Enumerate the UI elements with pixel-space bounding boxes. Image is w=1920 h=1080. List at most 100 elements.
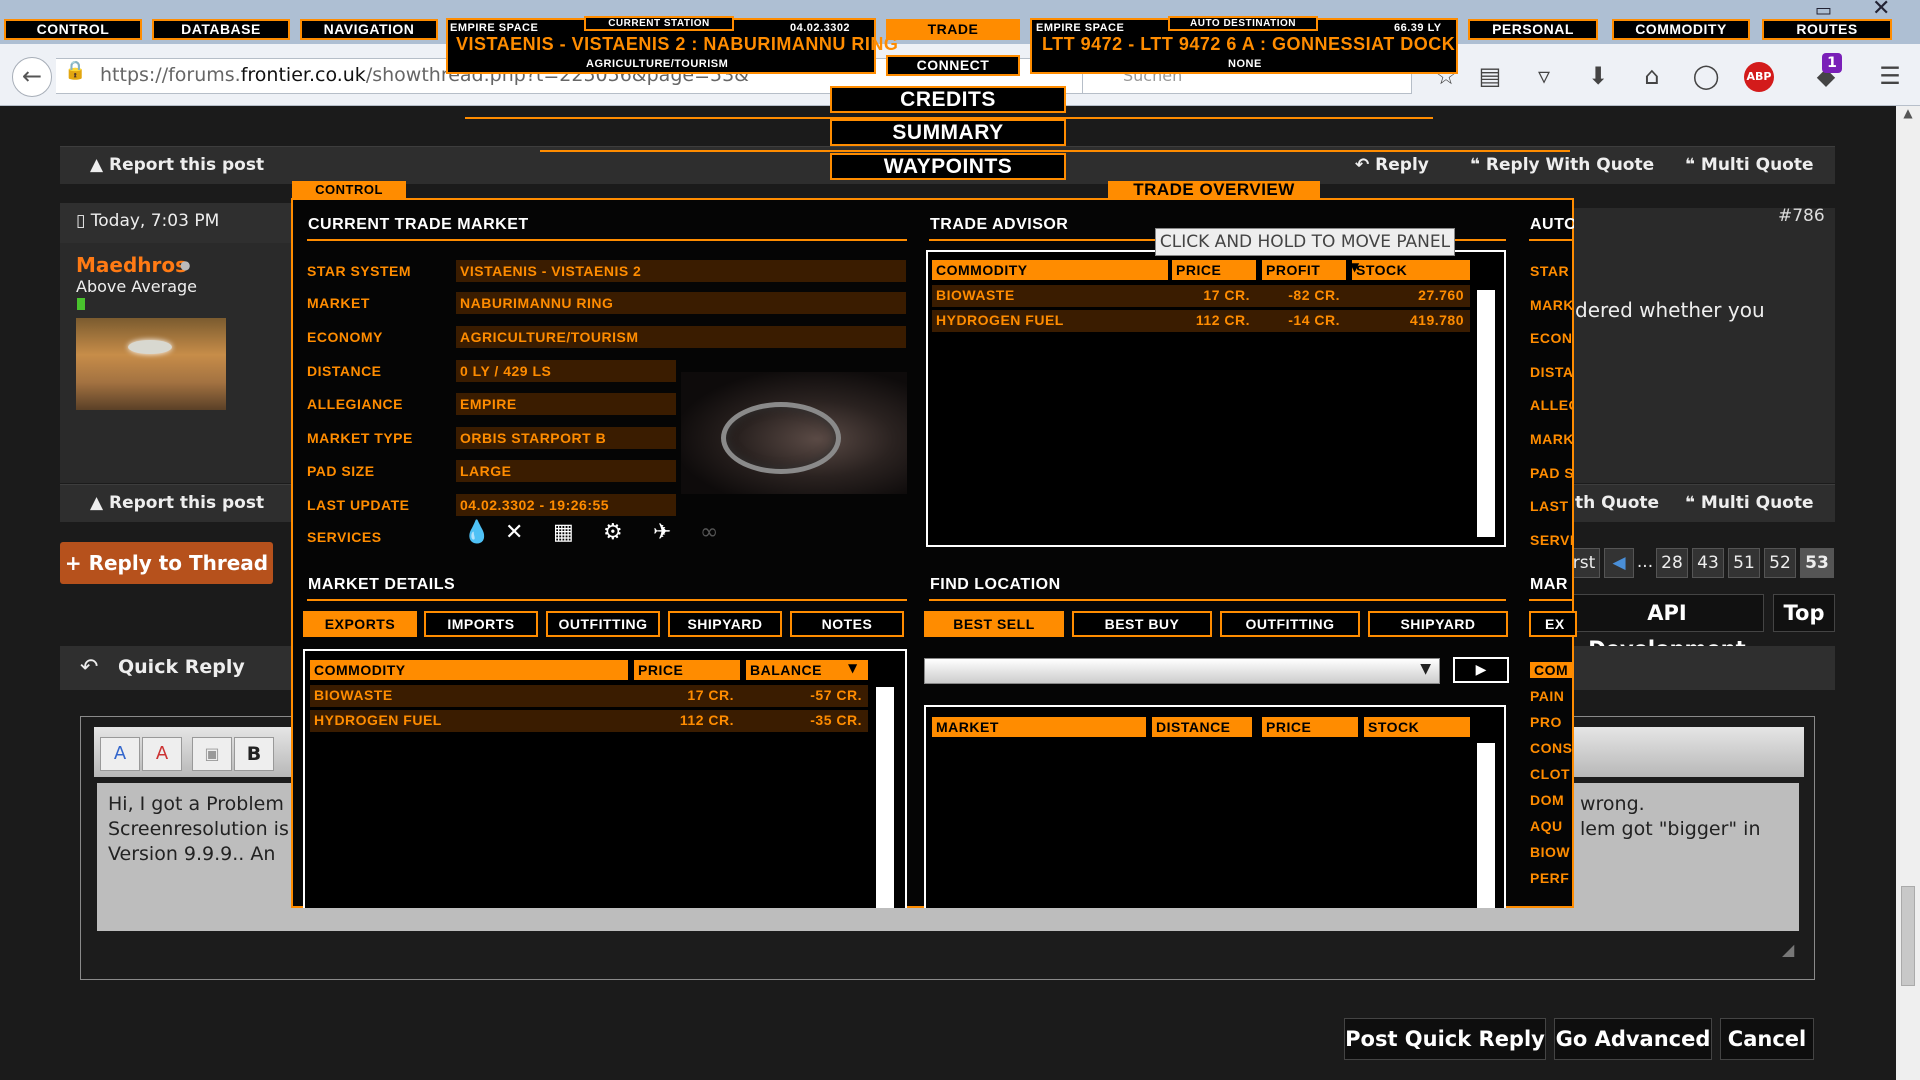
- cancel-button[interactable]: Cancel: [1720, 1018, 1814, 1060]
- multi-quote-icon: ❝: [1685, 493, 1701, 513]
- nav-navigation[interactable]: NAVIGATION: [300, 19, 438, 40]
- market-field-label: STAR SYSTEM: [307, 263, 412, 279]
- current-station-box: EMPIRE SPACE CURRENT STATION 04.02.3302 …: [446, 16, 898, 74]
- market-details-scrollbar[interactable]: [876, 687, 894, 908]
- page-53-current[interactable]: 53: [1800, 548, 1834, 578]
- back-arrow-icon[interactable]: ←: [12, 57, 52, 97]
- trade-advisor-column-header[interactable]: PROFIT: [1262, 260, 1346, 280]
- menu-divider-2: [540, 150, 1570, 152]
- nav-personal[interactable]: PERSONAL: [1468, 19, 1598, 40]
- mar-tab-partial[interactable]: EX: [1529, 611, 1577, 637]
- page-scrollbar[interactable]: [1896, 106, 1920, 1080]
- auto-label: LAST: [1530, 498, 1569, 515]
- font-icon[interactable]: A: [100, 737, 140, 771]
- tab-shipyard[interactable]: SHIPYARD: [668, 611, 782, 637]
- mar-underline: [1529, 599, 1574, 601]
- download-icon[interactable]: ⬇: [1580, 60, 1616, 92]
- bold-icon[interactable]: B: [234, 737, 274, 771]
- tab-best-sell[interactable]: BEST SELL: [924, 611, 1064, 637]
- tab-imports[interactable]: IMPORTS: [424, 611, 538, 637]
- market-details-heading: MARKET DETAILS: [308, 576, 456, 593]
- trade-advisor-column-header[interactable]: PRICE: [1172, 260, 1256, 280]
- auto-label: STAR: [1530, 263, 1570, 279]
- connect-button[interactable]: CONNECT: [886, 55, 1020, 76]
- market-details-underline: [307, 599, 907, 601]
- menu-credits[interactable]: CREDITS: [830, 86, 1066, 113]
- window-minimize-button[interactable]: ▭: [1815, 0, 1832, 21]
- author-avatar[interactable]: [76, 318, 226, 410]
- menu-waypoints[interactable]: WAYPOINTS: [830, 153, 1066, 180]
- multi-quote-link-bottom[interactable]: ❝ Multi Quote: [1685, 493, 1814, 513]
- post-author[interactable]: Maedhros: [76, 253, 187, 277]
- reply-link[interactable]: ↶ Reply: [1355, 155, 1429, 175]
- post-body-right: [1570, 208, 1835, 483]
- paste-icon[interactable]: ▣: [192, 737, 232, 771]
- trade-advisor-cell: 17 CR.: [1203, 287, 1250, 303]
- window-close-button[interactable]: ✕: [1872, 0, 1890, 21]
- post-number[interactable]: #786: [1778, 206, 1825, 226]
- find-location-underline: [929, 599, 1506, 601]
- post-quick-reply-button[interactable]: Post Quick Reply: [1344, 1018, 1546, 1060]
- trade-advisor-cell: 27.760: [1418, 287, 1464, 303]
- hamburger-menu-icon[interactable]: ☰: [1872, 60, 1908, 92]
- find-location-column-header[interactable]: STOCK: [1364, 717, 1470, 737]
- tab-exports[interactable]: EXPORTS: [303, 611, 417, 637]
- page-prev-icon[interactable]: ◀: [1604, 548, 1634, 578]
- multi-quote-link-top[interactable]: ❝ Multi Quote: [1685, 155, 1814, 175]
- page-28[interactable]: 28: [1656, 548, 1688, 578]
- reading-list-icon[interactable]: ▤: [1472, 60, 1508, 92]
- find-location-select[interactable]: ▼: [924, 658, 1440, 684]
- station-date: 04.02.3302: [790, 22, 851, 34]
- trade-advisor-column-header[interactable]: STOCK: [1352, 260, 1470, 280]
- find-location-column-header[interactable]: PRICE: [1262, 717, 1358, 737]
- nav-control[interactable]: CONTROL: [4, 19, 142, 40]
- play-icon: ▶: [1475, 662, 1487, 678]
- top-button[interactable]: Top: [1773, 594, 1835, 632]
- pocket-icon[interactable]: ▿: [1526, 60, 1562, 92]
- menu-summary[interactable]: SUMMARY: [830, 119, 1066, 146]
- adblock-icon[interactable]: ABP: [1744, 62, 1774, 92]
- nav-commodity[interactable]: COMMODITY: [1612, 19, 1750, 40]
- reply-with-quote-link[interactable]: ❝ Reply With Quote: [1470, 155, 1654, 175]
- page-43[interactable]: 43: [1692, 548, 1724, 578]
- chat-icon[interactable]: ◯: [1688, 60, 1724, 92]
- font-size-icon[interactable]: A: [142, 737, 182, 771]
- api-development-button[interactable]: API Development: [1570, 594, 1764, 661]
- reply-with-quote-link-partial[interactable]: th Quote: [1575, 493, 1659, 513]
- panel-control-tab[interactable]: CONTROL: [292, 181, 406, 199]
- market-field-label: PAD SIZE: [307, 463, 375, 479]
- report-post-link-bottom[interactable]: ▲ Report this post: [90, 493, 264, 513]
- reply-to-thread-button[interactable]: + Reply to Thread: [60, 542, 273, 584]
- find-location-scrollbar[interactable]: [1477, 743, 1495, 908]
- trade-advisor-scrollbar[interactable]: [1477, 290, 1495, 537]
- trade-advisor-column-header[interactable]: COMMODITY: [932, 260, 1168, 280]
- go-advanced-button[interactable]: Go Advanced: [1554, 1018, 1712, 1060]
- warning-icon: ▲: [90, 493, 109, 513]
- find-location-column-header[interactable]: DISTANCE: [1152, 717, 1252, 737]
- report-post-link-top[interactable]: ▲ Report this post: [90, 155, 264, 175]
- page-ellipsis: ...: [1636, 552, 1654, 572]
- market-field-value: 04.02.3302 - 19:26:55: [456, 494, 676, 516]
- nav-trade-active[interactable]: TRADE: [886, 19, 1020, 40]
- tab-best-buy[interactable]: BEST BUY: [1072, 611, 1212, 637]
- page-51[interactable]: 51: [1728, 548, 1760, 578]
- reply-text-right: wrong. lem got "bigger" in: [1580, 793, 1761, 840]
- page-52[interactable]: 52: [1764, 548, 1796, 578]
- tab-find-outfitting[interactable]: OUTFITTING: [1220, 611, 1360, 637]
- resize-handle-icon[interactable]: ◢: [1782, 940, 1794, 959]
- scroll-up-icon[interactable]: ▲: [1896, 106, 1920, 120]
- nav-database[interactable]: DATABASE: [152, 19, 290, 40]
- find-location-column-header[interactable]: MARKET: [932, 717, 1146, 737]
- market-details-column-header[interactable]: PRICE: [634, 660, 740, 680]
- tab-outfitting[interactable]: OUTFITTING: [546, 611, 660, 637]
- home-icon[interactable]: ⌂: [1634, 60, 1670, 92]
- nav-routes[interactable]: ROUTES: [1762, 19, 1892, 40]
- tab-notes[interactable]: NOTES: [790, 611, 904, 637]
- station-region: EMPIRE SPACE: [450, 22, 539, 34]
- reply-text-left: Hi, I got a Problem Screenresolution is Ve…: [108, 793, 289, 865]
- quick-reply-heading: Quick Reply: [118, 656, 245, 678]
- market-details-column-header[interactable]: COMMODITY: [310, 660, 628, 680]
- find-location-go-button[interactable]: ▶: [1453, 657, 1509, 683]
- tab-find-shipyard[interactable]: SHIPYARD: [1368, 611, 1508, 637]
- sort-desc-icon: ▼: [848, 661, 858, 675]
